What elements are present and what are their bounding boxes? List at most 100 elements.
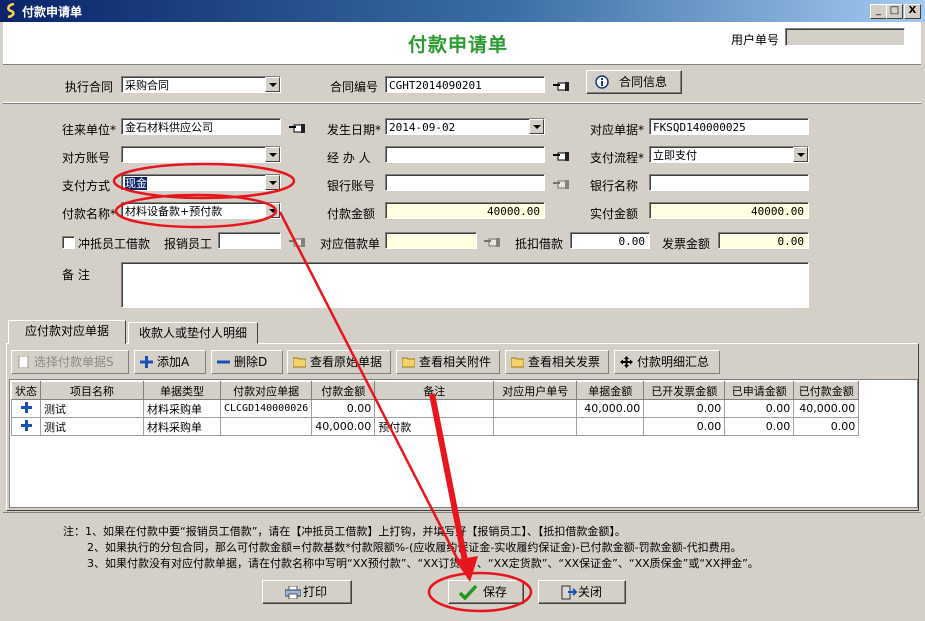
contract-no-label: 合同编号 bbox=[330, 80, 379, 94]
save-button[interactable]: 保存 bbox=[448, 580, 524, 604]
date-field[interactable]: 2014-09-02 bbox=[385, 118, 545, 135]
loandoc-field[interactable] bbox=[385, 232, 477, 249]
chevron-down-icon[interactable] bbox=[265, 203, 280, 218]
pointing-hand-icon[interactable] bbox=[552, 80, 570, 92]
move-arrows-icon bbox=[620, 356, 633, 368]
column-header[interactable]: 单据金额 bbox=[576, 381, 645, 400]
table-cell[interactable]: 40,000.00 bbox=[311, 417, 376, 436]
column-header[interactable]: 项目名称 bbox=[40, 381, 144, 400]
minimize-button[interactable]: _ bbox=[870, 4, 887, 19]
table-row[interactable]: 测试 材料采购单 CLCGD140000026 0.00 40,000.00 0… bbox=[11, 399, 860, 418]
deduct-field[interactable]: 0.00 bbox=[570, 232, 650, 249]
table-cell[interactable]: 40,000.00 bbox=[576, 399, 645, 418]
chevron-down-icon[interactable] bbox=[265, 77, 280, 92]
column-header[interactable]: 状态 bbox=[11, 381, 41, 400]
delete-label: 删除D bbox=[234, 355, 268, 369]
select-payment-doc-button[interactable]: 选择付款单据S bbox=[11, 350, 129, 374]
bankname-label: 银行名称 bbox=[590, 179, 639, 193]
table-cell[interactable] bbox=[576, 417, 645, 436]
table-cell[interactable]: 0.00 bbox=[311, 399, 376, 418]
reimb-field[interactable] bbox=[218, 232, 281, 249]
table-cell[interactable] bbox=[219, 417, 313, 436]
column-header[interactable]: 备注 bbox=[374, 381, 495, 400]
column-header[interactable]: 已付款金额 bbox=[793, 381, 860, 400]
exec-contract-select[interactable]: 采购合同 bbox=[121, 76, 281, 93]
minus-icon bbox=[217, 360, 230, 364]
select-payment-doc-label: 选择付款单据S bbox=[34, 355, 114, 369]
table-cell[interactable]: 测试 bbox=[40, 417, 144, 436]
unit-field[interactable]: 金石材料供应公司 bbox=[121, 118, 281, 135]
loan-check-label: 冲抵员工借款 bbox=[78, 237, 151, 251]
tab-payable-docs[interactable]: 应付款对应单据 bbox=[8, 320, 126, 344]
handler-field[interactable] bbox=[385, 146, 545, 163]
payamt-label: 付款金额 bbox=[327, 207, 376, 221]
table-cell[interactable]: 材料采购单 bbox=[143, 417, 221, 436]
app-logo-icon bbox=[7, 3, 15, 18]
paymethod-select[interactable]: 现金 bbox=[121, 174, 281, 191]
checkmark-icon bbox=[459, 584, 477, 600]
table-cell[interactable]: 材料采购单 bbox=[143, 399, 221, 418]
chevron-down-icon[interactable] bbox=[529, 119, 544, 134]
payname-select[interactable]: 材料设备款+预付款 bbox=[121, 202, 281, 219]
folder-icon bbox=[511, 357, 524, 368]
invoice-label: 发票金额 bbox=[662, 237, 711, 251]
maximize-button[interactable]: □ bbox=[886, 4, 903, 19]
table-cell[interactable] bbox=[374, 399, 495, 418]
table-cell[interactable]: 0.00 bbox=[724, 399, 795, 418]
add-button[interactable]: 添加A bbox=[134, 350, 206, 374]
view-source-doc-button[interactable]: 查看原始单据 bbox=[287, 350, 391, 374]
contract-info-button[interactable]: 合同信息 bbox=[586, 70, 682, 94]
chevron-down-icon[interactable] bbox=[793, 147, 808, 162]
table-cell[interactable] bbox=[493, 417, 578, 436]
table-cell[interactable]: 0.00 bbox=[724, 417, 795, 436]
column-header[interactable]: 单据类型 bbox=[143, 381, 221, 400]
contract-info-label: 合同信息 bbox=[618, 75, 667, 89]
actual-field[interactable]: 40000.00 bbox=[649, 202, 809, 219]
table-cell[interactable]: 预付款 bbox=[374, 417, 495, 436]
plus-icon bbox=[20, 401, 32, 413]
add-label: 添加A bbox=[157, 355, 190, 369]
close-button[interactable]: 关闭 bbox=[538, 580, 626, 604]
table-cell[interactable] bbox=[493, 399, 578, 418]
table-row[interactable]: 测试 材料采购单 40,000.00 预付款 0.00 0.00 0.00 bbox=[11, 417, 860, 436]
table-cell[interactable]: 测试 bbox=[40, 399, 144, 418]
column-header[interactable]: 已开发票金额 bbox=[643, 381, 726, 400]
table-cell[interactable]: 0.00 bbox=[643, 417, 726, 436]
plus-icon bbox=[140, 356, 153, 368]
account-select[interactable] bbox=[121, 146, 281, 163]
user-no-field[interactable] bbox=[785, 28, 905, 46]
status-cell[interactable] bbox=[11, 417, 41, 436]
pointing-hand-icon bbox=[484, 238, 500, 247]
contract-no-field[interactable]: CGHT2014090201 bbox=[385, 76, 545, 93]
date-label: 发生日期* bbox=[327, 123, 382, 137]
date-value: 2014-09-02 bbox=[389, 121, 456, 134]
table-cell[interactable]: 0.00 bbox=[793, 417, 860, 436]
column-header[interactable]: 付款金额 bbox=[311, 381, 376, 400]
bankname-field[interactable] bbox=[649, 174, 809, 191]
chevron-down-icon[interactable] bbox=[265, 175, 280, 190]
table-cell[interactable]: CLCGD140000026 bbox=[219, 399, 313, 418]
tab-payee-details[interactable]: 收款人或垫付人明细 bbox=[128, 322, 258, 344]
pointing-hand-icon[interactable] bbox=[552, 150, 570, 162]
close-window-button[interactable]: X bbox=[904, 4, 921, 19]
payamt-field[interactable]: 40000.00 bbox=[385, 202, 545, 219]
payment-summary-button[interactable]: 付款明细汇总 bbox=[614, 350, 720, 374]
doc-field[interactable]: FKSQD140000025 bbox=[649, 118, 809, 135]
column-header[interactable]: 对应用户单号 bbox=[493, 381, 578, 400]
bankacct-field[interactable] bbox=[385, 174, 545, 191]
remark-textarea[interactable] bbox=[121, 262, 809, 308]
column-header[interactable]: 付款对应单据 bbox=[219, 381, 313, 400]
print-button[interactable]: 打印 bbox=[262, 580, 352, 604]
pointing-hand-icon[interactable] bbox=[288, 122, 306, 134]
delete-button[interactable]: 删除D bbox=[211, 350, 283, 374]
invoice-field[interactable]: 0.00 bbox=[718, 232, 809, 249]
status-cell[interactable] bbox=[11, 399, 41, 418]
table-cell[interactable]: 0.00 bbox=[643, 399, 726, 418]
chevron-down-icon[interactable] bbox=[265, 147, 280, 162]
flow-select[interactable]: 立即支付 bbox=[649, 146, 809, 163]
view-invoices-button[interactable]: 查看相关发票 bbox=[505, 350, 609, 374]
view-attachments-button[interactable]: 查看相关附件 bbox=[396, 350, 500, 374]
table-cell[interactable]: 40,000.00 bbox=[793, 399, 860, 418]
column-header[interactable]: 已申请金额 bbox=[724, 381, 795, 400]
loan-checkbox[interactable] bbox=[62, 236, 75, 249]
